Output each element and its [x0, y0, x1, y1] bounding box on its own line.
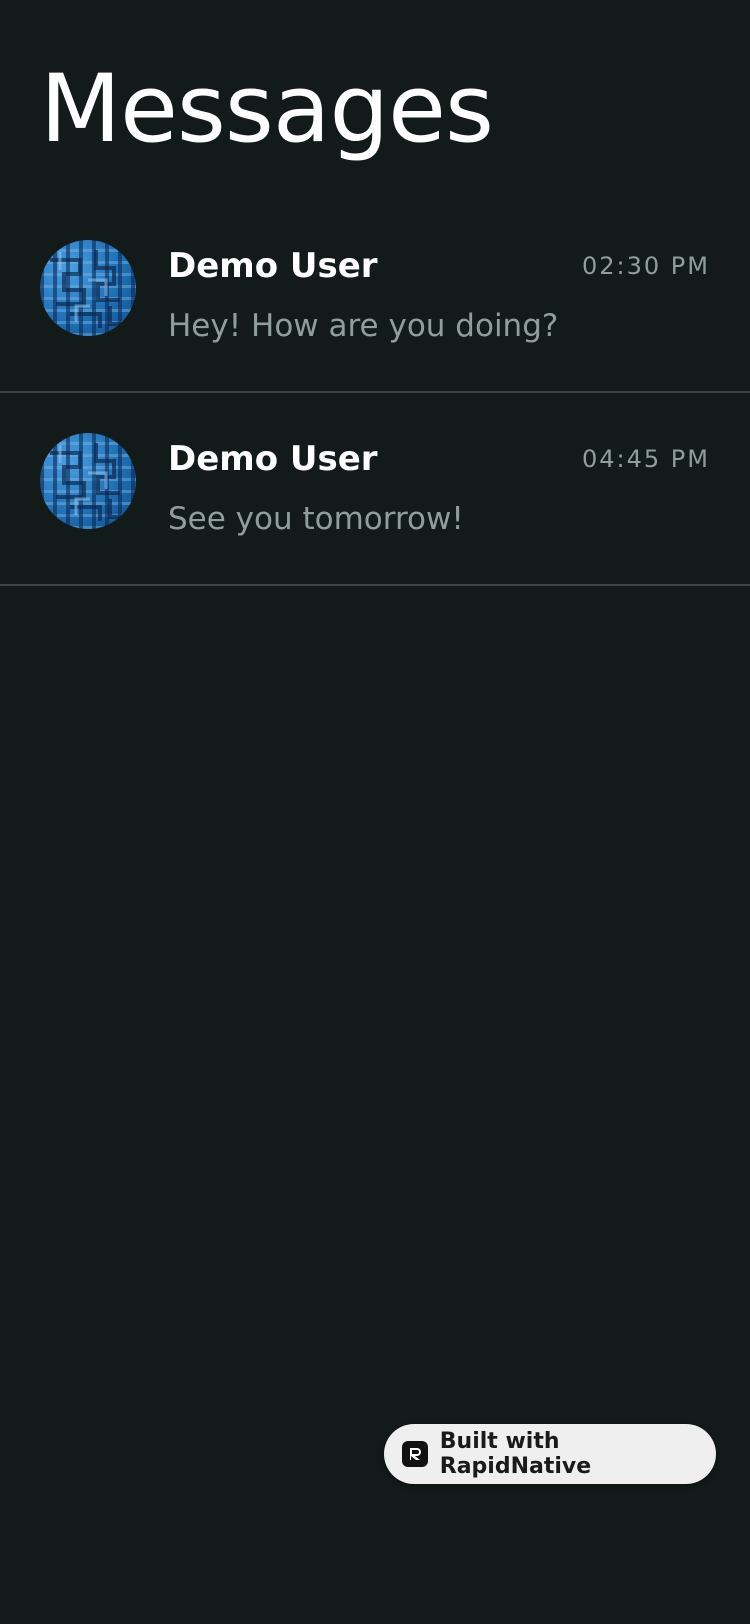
message-preview: See you tomorrow!: [168, 501, 464, 537]
rapidnative-logo-icon: [402, 1441, 428, 1467]
message-row[interactable]: Demo User 02:30 PM Hey! How are you doin…: [0, 200, 750, 393]
avatar-icon: [50, 443, 128, 521]
badge-label: Built with RapidNative: [439, 1429, 592, 1479]
page-title: Messages: [40, 55, 494, 164]
messages-screen: Messages Demo User 02:30 PM Hey! How are…: [0, 0, 750, 1624]
message-row[interactable]: Demo User 04:45 PM See you tomorrow!: [0, 393, 750, 586]
message-time: 04:45 PM: [582, 445, 710, 473]
message-time: 02:30 PM: [582, 252, 710, 280]
avatar[interactable]: [40, 433, 136, 529]
built-with-badge[interactable]: Built with RapidNative: [384, 1424, 716, 1484]
message-preview: Hey! How are you doing?: [168, 308, 559, 344]
avatar-icon: [50, 250, 128, 328]
sender-name: Demo User: [168, 246, 378, 286]
message-list: Demo User 02:30 PM Hey! How are you doin…: [0, 200, 750, 586]
avatar[interactable]: [40, 240, 136, 336]
sender-name: Demo User: [168, 439, 378, 479]
